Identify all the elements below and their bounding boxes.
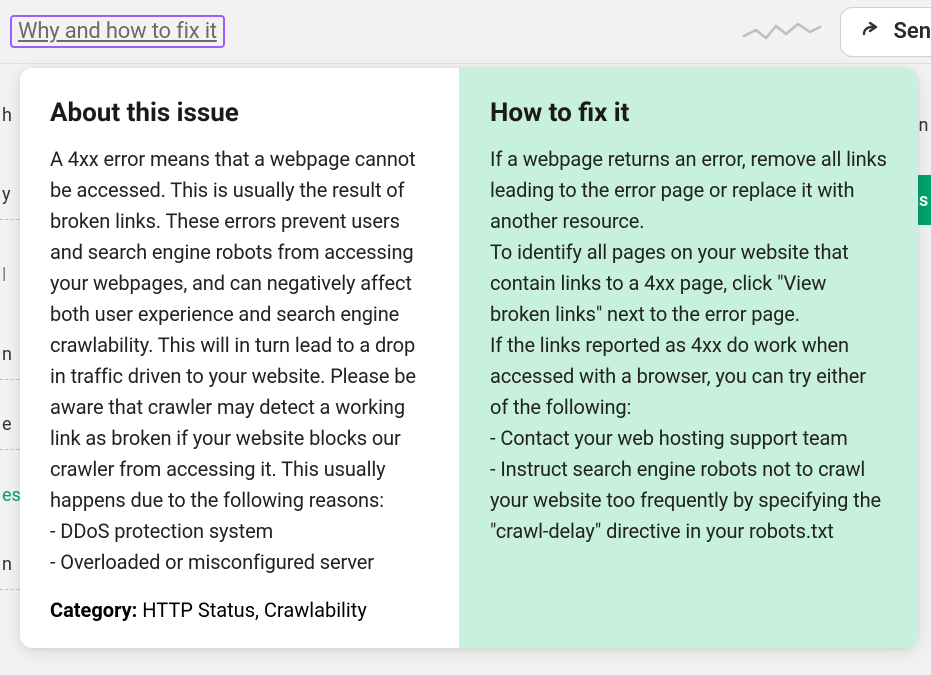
howto-column: How to fix it If a webpage returns an er… xyxy=(460,68,918,648)
send-button[interactable]: Sen xyxy=(840,7,931,57)
top-bar: Why and how to fix it Sen xyxy=(0,0,931,64)
share-arrow-icon xyxy=(859,20,883,44)
issue-explainer-popover: About this issue A 4xx error means that … xyxy=(20,68,918,648)
about-heading: About this issue xyxy=(50,98,429,128)
about-column: About this issue A 4xx error means that … xyxy=(20,68,460,648)
sparkline-icon xyxy=(742,16,822,48)
send-button-label: Sen xyxy=(893,19,931,44)
about-body: A 4xx error means that a webpage cannot … xyxy=(50,144,429,578)
howto-heading: How to fix it xyxy=(490,98,888,128)
why-how-link-text: Why and how to fix it xyxy=(18,19,217,44)
why-how-link-highlight[interactable]: Why and how to fix it xyxy=(10,15,225,48)
category-line: Category: HTTP Status, Crawlability xyxy=(50,598,429,622)
category-value: HTTP Status, Crawlability xyxy=(137,598,367,622)
howto-body: If a webpage returns an error, remove al… xyxy=(490,144,888,547)
category-label: Category: xyxy=(50,598,137,622)
